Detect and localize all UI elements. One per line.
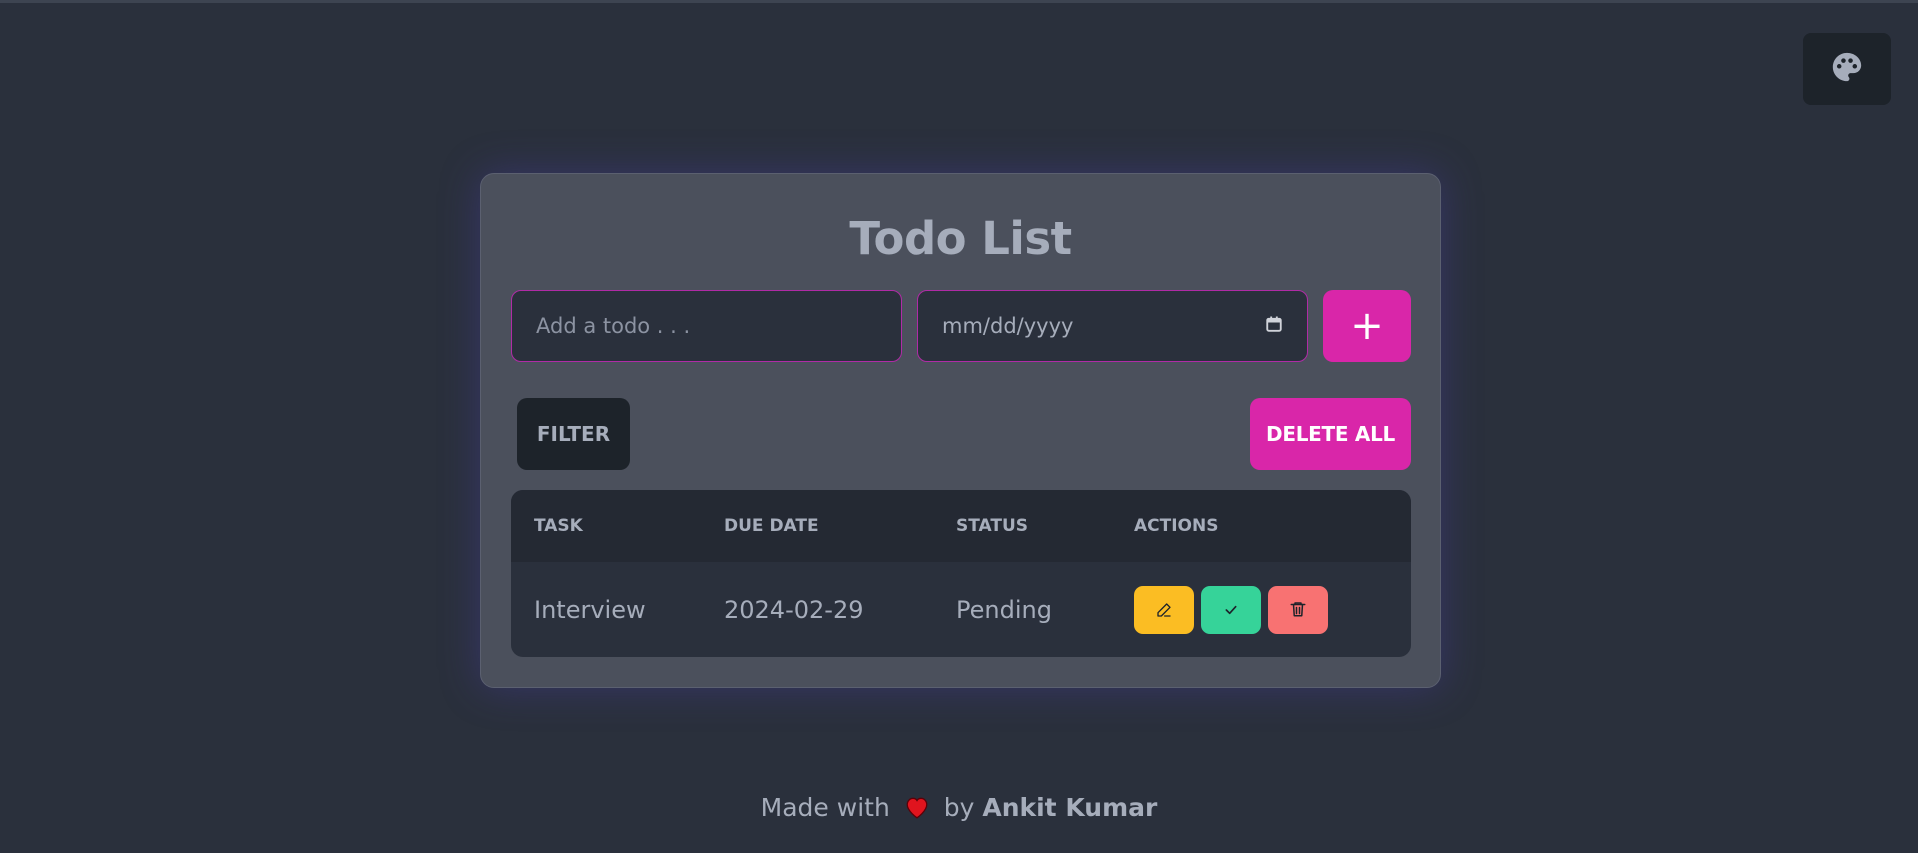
todo-table: TASK DUE DATE STATUS ACTIONS Interview 2… bbox=[511, 490, 1411, 657]
theme-toggle-button[interactable] bbox=[1803, 33, 1891, 105]
heart-icon bbox=[904, 795, 930, 825]
pencil-icon bbox=[1156, 596, 1172, 624]
due-date-input[interactable]: mm/dd/yyyy bbox=[917, 290, 1308, 362]
footer: Made with by Ankit Kumar bbox=[0, 793, 1918, 825]
complete-button[interactable] bbox=[1201, 585, 1261, 634]
column-header-due-date: DUE DATE bbox=[724, 516, 819, 536]
delete-all-button[interactable]: DELETE ALL bbox=[1250, 398, 1411, 470]
footer-by: by bbox=[943, 793, 975, 822]
task-cell: Interview bbox=[534, 595, 646, 624]
delete-button[interactable] bbox=[1268, 585, 1328, 634]
check-icon bbox=[1223, 596, 1239, 624]
calendar-icon[interactable] bbox=[1265, 314, 1283, 338]
column-header-task: TASK bbox=[534, 516, 583, 536]
palette-icon bbox=[1830, 50, 1864, 88]
table-header: TASK DUE DATE STATUS ACTIONS bbox=[511, 490, 1411, 562]
add-todo-button[interactable]: + bbox=[1323, 290, 1411, 362]
status-cell: Pending bbox=[956, 595, 1052, 624]
filter-button[interactable]: FILTER bbox=[517, 398, 630, 470]
edit-button[interactable] bbox=[1134, 585, 1194, 634]
todo-card: Todo List Add a todo . . . mm/dd/yyyy + … bbox=[480, 173, 1441, 688]
footer-author: Ankit Kumar bbox=[982, 793, 1158, 822]
todo-input[interactable]: Add a todo . . . bbox=[511, 290, 902, 362]
page-title: Todo List bbox=[849, 212, 1072, 265]
trash-icon bbox=[1289, 596, 1307, 624]
due-date-cell: 2024-02-29 bbox=[724, 595, 864, 624]
todo-input-placeholder: Add a todo . . . bbox=[536, 314, 691, 338]
column-header-actions: ACTIONS bbox=[1134, 516, 1219, 536]
row-actions bbox=[1134, 585, 1328, 634]
footer-made-with: Made with bbox=[760, 793, 890, 822]
due-date-placeholder: mm/dd/yyyy bbox=[942, 314, 1074, 338]
table-row: Interview 2024-02-29 Pending bbox=[511, 562, 1411, 657]
column-header-status: STATUS bbox=[956, 516, 1029, 536]
